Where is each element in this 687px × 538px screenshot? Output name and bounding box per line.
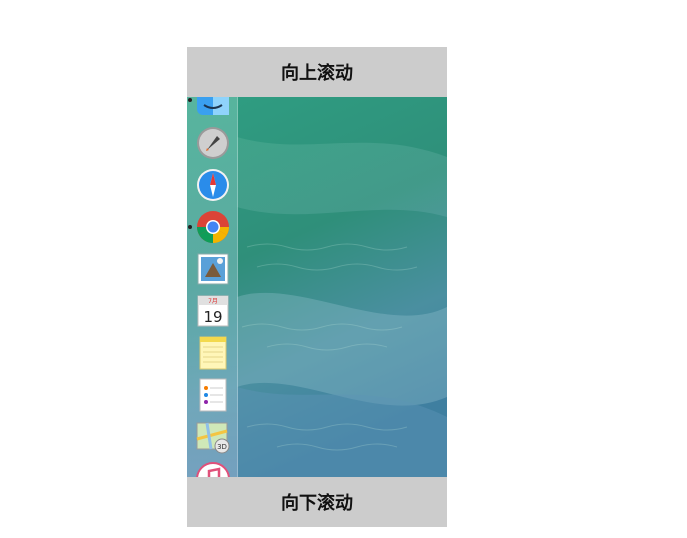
- mail-icon: [197, 253, 229, 285]
- dock-item-chrome[interactable]: [195, 209, 231, 245]
- chrome-icon: [197, 211, 229, 243]
- dock-bar: 7月 19 3D: [187, 97, 238, 477]
- running-indicator: [188, 225, 192, 229]
- dock-item-notes[interactable]: [195, 335, 231, 371]
- calendar-day: 19: [203, 308, 222, 326]
- dock-item-safari[interactable]: [195, 167, 231, 203]
- dock-item-calendar[interactable]: 7月 19: [195, 293, 231, 329]
- reminders-icon: [199, 378, 227, 412]
- dock-scroll-widget: 向上滚动 7月 19 3D 向下滚动: [187, 47, 447, 527]
- svg-text:3D: 3D: [217, 443, 227, 451]
- finder-icon: [197, 97, 229, 115]
- scroll-down-button[interactable]: 向下滚动: [187, 477, 447, 527]
- maps-icon: 3D: [196, 422, 230, 454]
- calendar-icon: 7月 19: [197, 295, 229, 327]
- notes-icon: [199, 336, 227, 370]
- dock-item-finder[interactable]: [195, 97, 231, 117]
- calendar-month: 7月: [208, 298, 218, 305]
- dock-item-mail[interactable]: [195, 251, 231, 287]
- dock-item-reminders[interactable]: [195, 377, 231, 413]
- dock-item-itunes[interactable]: [195, 461, 231, 477]
- running-indicator: [188, 98, 192, 102]
- dock-item-launchpad[interactable]: [195, 125, 231, 161]
- launchpad-icon: [197, 127, 229, 159]
- dock-viewport: 7月 19 3D: [187, 97, 447, 477]
- dock-item-maps[interactable]: 3D: [195, 419, 231, 455]
- itunes-icon: [196, 462, 230, 477]
- safari-icon: [197, 169, 229, 201]
- scroll-up-button[interactable]: 向上滚动: [187, 47, 447, 97]
